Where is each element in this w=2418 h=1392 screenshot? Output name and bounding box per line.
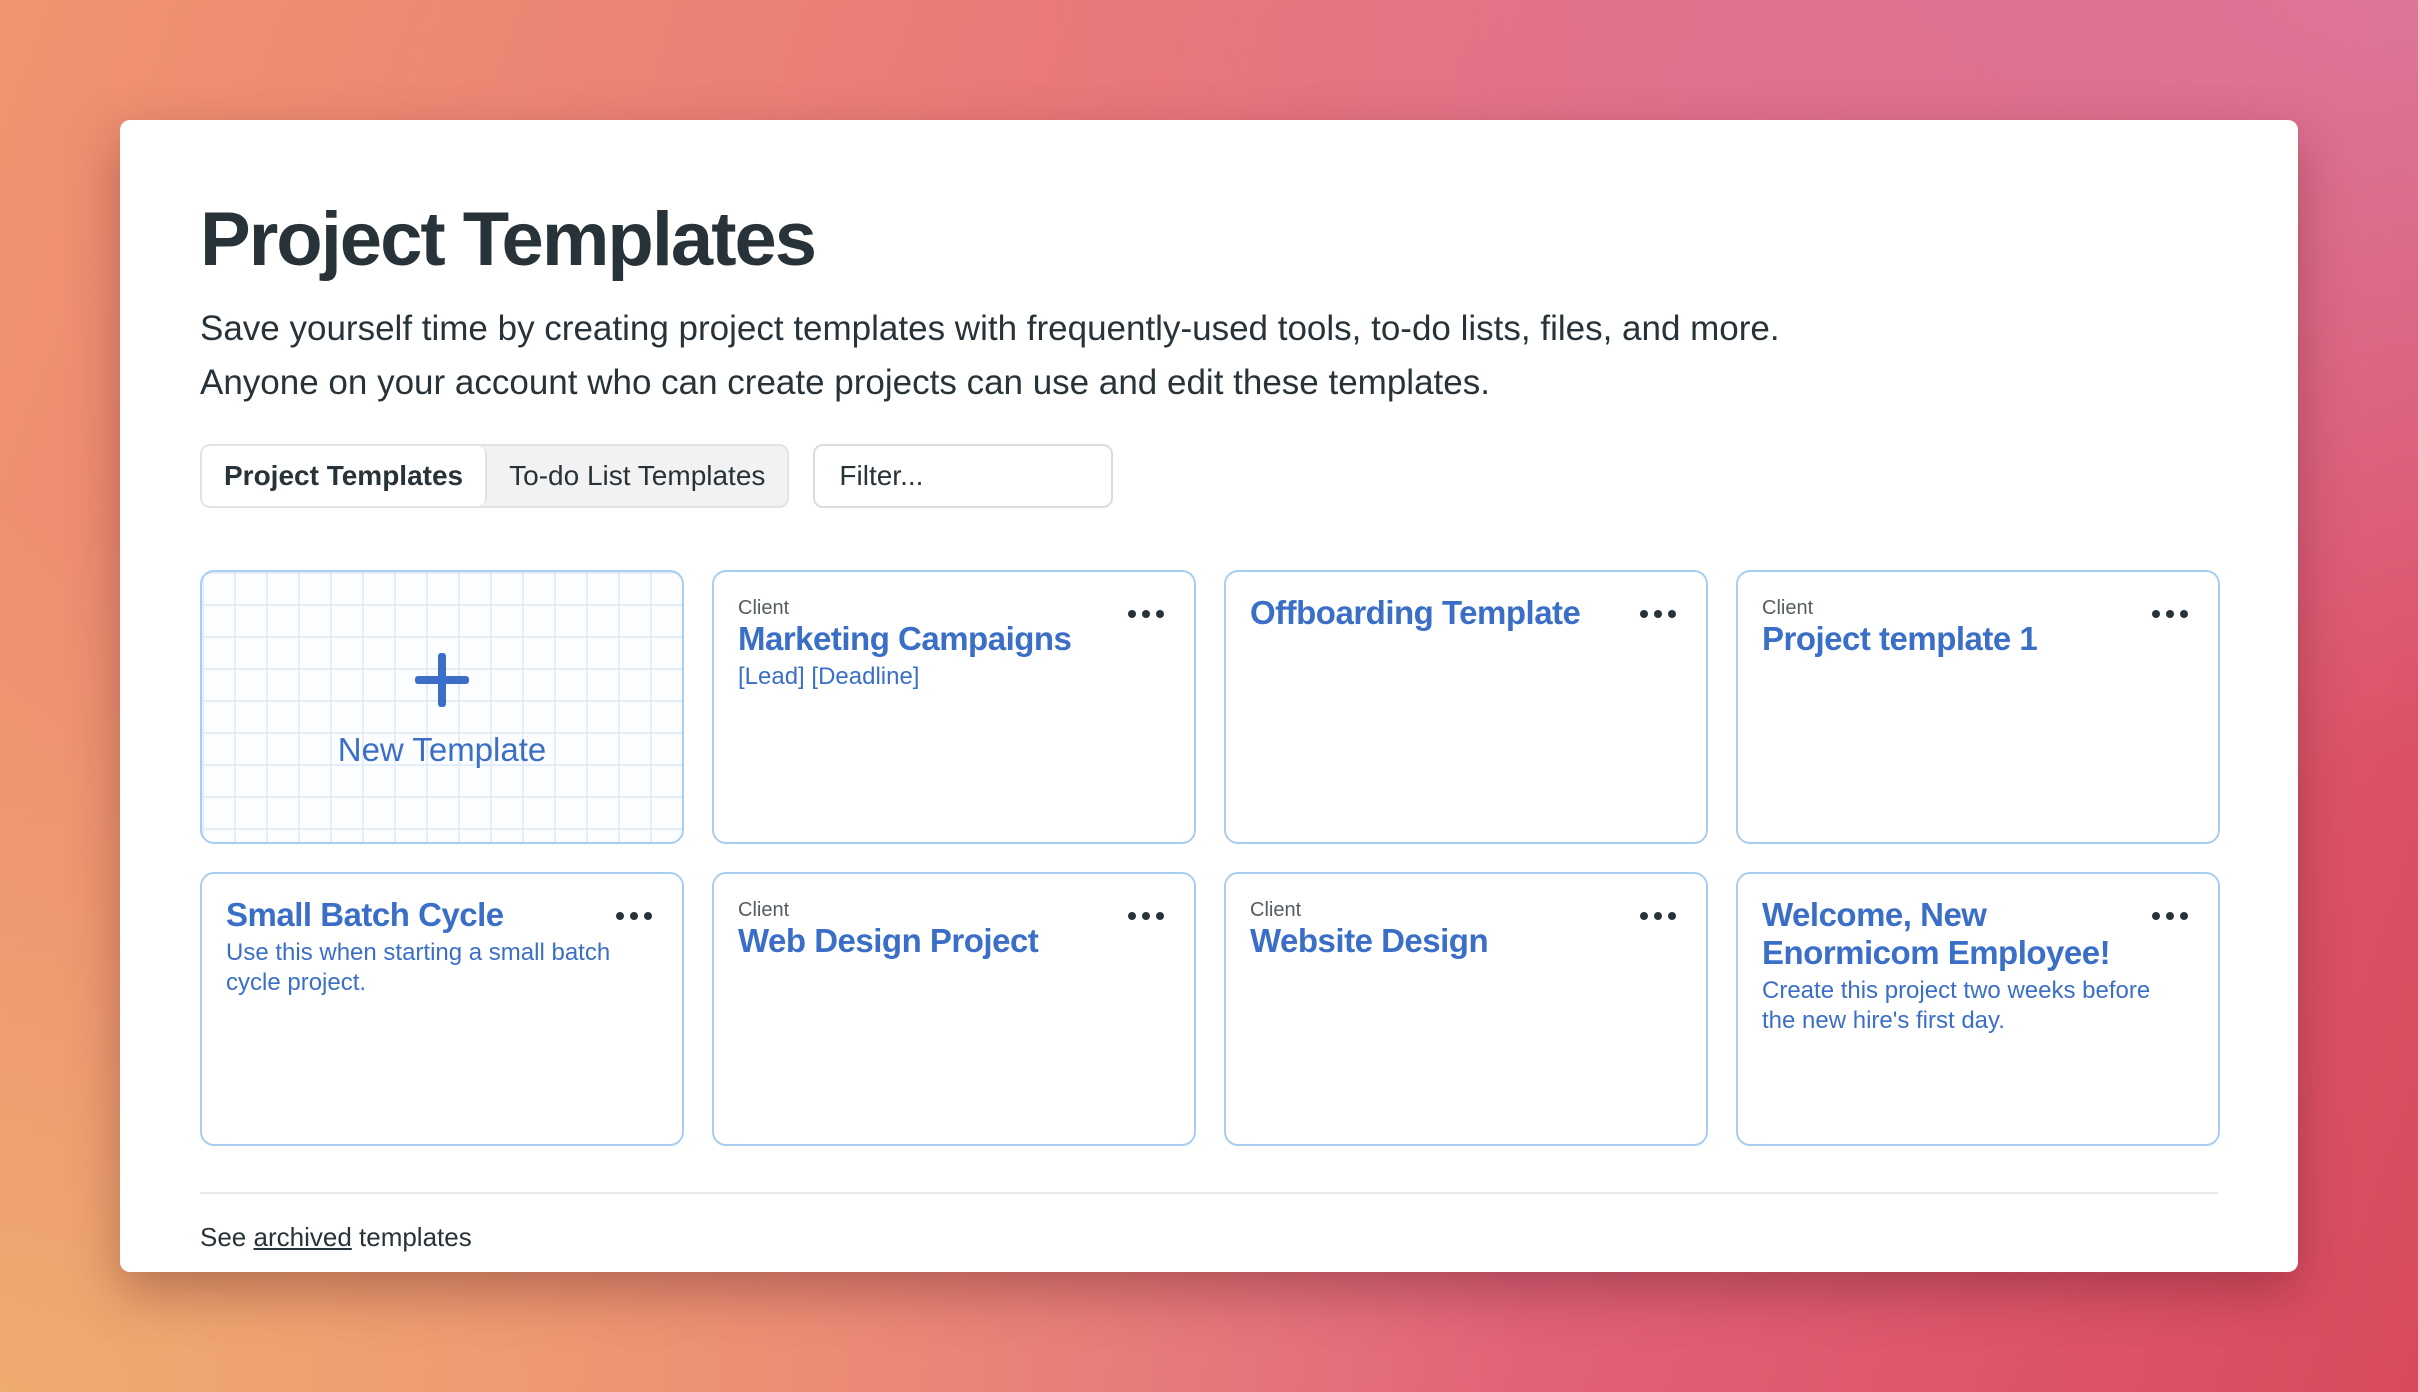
card-eyebrow: Client <box>738 898 790 921</box>
plus-icon <box>415 652 469 707</box>
template-card-welcome-new-employee[interactable]: Welcome, New Enormicom Employee! Create … <box>1736 871 2220 1146</box>
card-title: Offboarding Template <box>1250 593 1581 631</box>
new-template-label: New Template <box>337 730 547 768</box>
card-eyebrow: Client <box>738 596 790 619</box>
card-description: Use this when starting a small batch cyc… <box>226 938 611 996</box>
more-options-icon[interactable] <box>1640 602 1676 626</box>
template-card-web-design-project[interactable]: Client Web Design Project <box>712 871 1196 1146</box>
more-options-icon[interactable] <box>1128 904 1164 928</box>
divider <box>200 1191 2218 1194</box>
card-title: Web Design Project <box>738 921 1039 959</box>
template-card-small-batch-cycle[interactable]: Small Batch Cycle Use this when starting… <box>200 871 684 1146</box>
card-title: Small Batch Cycle <box>226 895 504 933</box>
archived-note: See archived templates <box>200 1222 2218 1253</box>
card-description: [Lead] [Deadline] <box>738 662 920 690</box>
more-options-icon[interactable] <box>1128 602 1164 626</box>
more-options-icon[interactable] <box>616 904 652 928</box>
card-title: Website Design <box>1250 921 1489 959</box>
controls-bar: Project Templates To-do List Templates <box>200 443 2218 508</box>
new-template-card[interactable]: New Template <box>200 569 684 844</box>
page-title: Project Templates <box>200 197 817 282</box>
archived-note-prefix: See <box>200 1221 254 1252</box>
archived-note-suffix: templates <box>351 1221 472 1252</box>
template-card-website-design[interactable]: Client Website Design <box>1224 871 1708 1146</box>
card-title: Project template 1 <box>1762 619 2038 657</box>
more-options-icon[interactable] <box>2152 602 2188 626</box>
templates-panel: Project Templates Save yourself time by … <box>120 120 2298 1272</box>
more-options-icon[interactable] <box>2152 904 2188 928</box>
template-card-project-template-1[interactable]: Client Project template 1 <box>1736 569 2220 844</box>
template-card-offboarding[interactable]: Offboarding Template <box>1224 569 1708 844</box>
page-description: Save yourself time by creating project t… <box>200 308 1780 402</box>
template-type-tabs: Project Templates To-do List Templates <box>200 443 790 508</box>
card-title: Marketing Campaigns <box>738 619 1072 657</box>
card-eyebrow: Client <box>1250 898 1302 921</box>
template-card-marketing-campaigns[interactable]: Client Marketing Campaigns [Lead] [Deadl… <box>712 569 1196 844</box>
archived-link[interactable]: archived <box>254 1222 352 1252</box>
tab-project-templates[interactable]: Project Templates <box>202 445 488 506</box>
tab-todo-list-templates[interactable]: To-do List Templates <box>487 446 787 506</box>
card-eyebrow: Client <box>1762 596 1814 619</box>
more-options-icon[interactable] <box>1640 904 1676 928</box>
templates-grid: New Template Client Marketing Campaigns … <box>200 569 2220 1146</box>
card-description: Create this project two weeks before the… <box>1762 976 2151 1034</box>
card-title: Welcome, New Enormicom Employee! <box>1762 895 2111 971</box>
filter-input[interactable] <box>813 443 1114 508</box>
